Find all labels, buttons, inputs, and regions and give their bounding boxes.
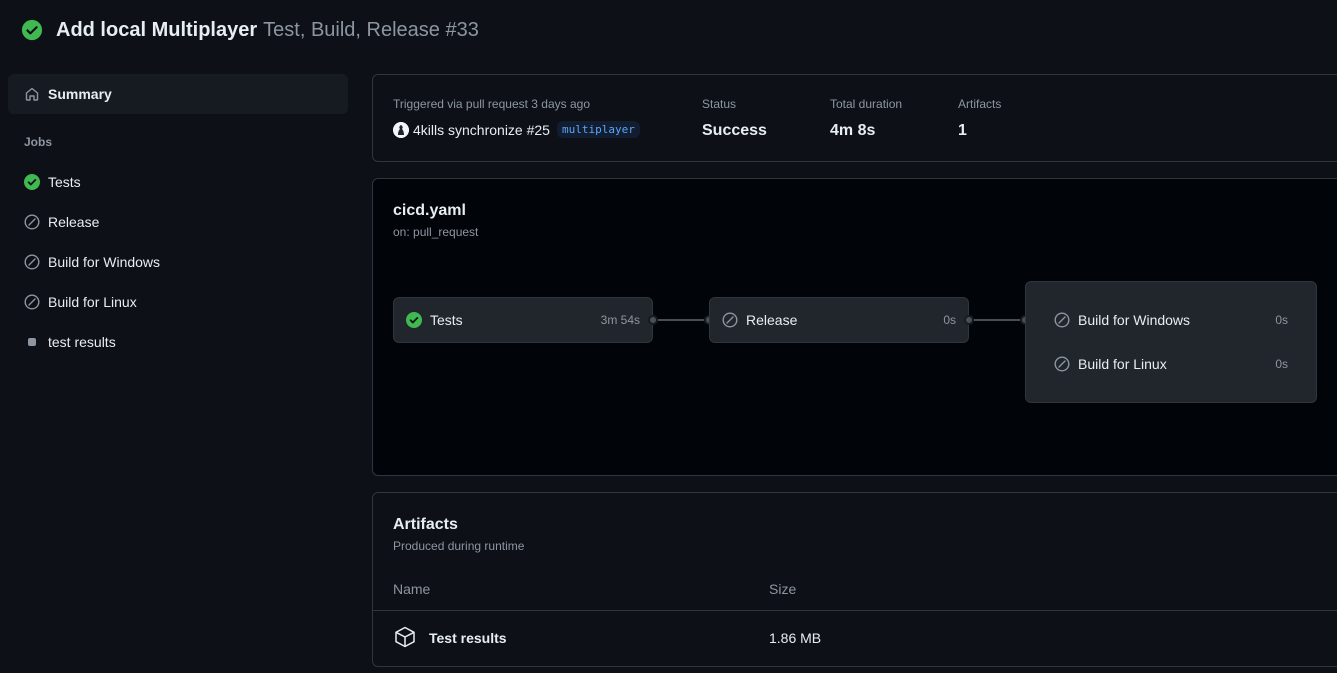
workflow-file-title[interactable]: cicd.yaml bbox=[393, 202, 466, 220]
job-list: Tests Release Build for Windows Build fo… bbox=[8, 162, 348, 362]
artifacts-count-value[interactable]: 1 bbox=[958, 122, 1001, 140]
check-circle-fill-icon bbox=[21, 19, 43, 41]
graph-job-group-build: Build for Windows 0s Build for Linux 0s bbox=[1025, 281, 1317, 403]
duration-value: 4m 8s bbox=[830, 122, 876, 139]
skip-icon bbox=[1054, 312, 1070, 328]
job-name: Build for Linux bbox=[1078, 356, 1167, 372]
home-icon bbox=[25, 87, 39, 101]
artifacts-title: Artifacts bbox=[393, 516, 458, 533]
job-duration: 0s bbox=[943, 313, 956, 327]
artifacts-count-label: Artifacts bbox=[958, 97, 1002, 111]
column-header-size: Size bbox=[769, 581, 797, 597]
duration-label: Total duration bbox=[830, 97, 903, 111]
workflow-trigger-event: on: pull_request bbox=[393, 225, 479, 239]
status-block: Status Success bbox=[702, 97, 767, 140]
job-duration: 3m 54s bbox=[600, 313, 640, 327]
jobs-heading: Jobs bbox=[24, 135, 53, 149]
graph-node bbox=[964, 315, 974, 325]
sidebar-item-tests[interactable]: Tests bbox=[8, 162, 348, 202]
sidebar-item-test-results[interactable]: test results bbox=[8, 322, 348, 362]
package-icon bbox=[395, 626, 415, 648]
column-header-name: Name bbox=[393, 581, 431, 597]
graph-connector bbox=[658, 319, 704, 321]
table-row: Test results 1.86 MB bbox=[373, 623, 1337, 651]
sidebar: Summary Jobs Tests Release Build for Win… bbox=[8, 74, 348, 362]
workflow-graph-card: cicd.yaml on: pull_request Tests 3m 54s … bbox=[372, 178, 1337, 476]
dot-icon bbox=[24, 334, 40, 350]
trigger-text[interactable]: 4kills synchronize #25 bbox=[413, 122, 550, 138]
workflow-run-name: Test, Build, Release #33 bbox=[263, 18, 479, 41]
artifact-name-link[interactable]: Test results bbox=[429, 630, 507, 646]
trigger-line: 4kills synchronize #25 multiplayer bbox=[393, 121, 640, 138]
sidebar-item-build-windows[interactable]: Build for Windows bbox=[8, 242, 348, 282]
sidebar-item-label: Summary bbox=[48, 86, 112, 102]
duration-block: Total duration 4m 8s bbox=[830, 97, 902, 140]
branch-tag[interactable]: multiplayer bbox=[556, 121, 640, 138]
job-name: Release bbox=[746, 312, 798, 328]
sidebar-item-build-linux[interactable]: Build for Linux bbox=[8, 282, 348, 322]
sidebar-item-label: test results bbox=[48, 334, 116, 350]
graph-job-tests[interactable]: Tests 3m 54s bbox=[393, 297, 653, 343]
trigger-info: Triggered via pull request 3 days ago 4k… bbox=[393, 97, 640, 138]
trigger-label: Triggered via pull request 3 days ago bbox=[393, 97, 591, 111]
sidebar-item-label: Release bbox=[48, 214, 100, 230]
graph-node bbox=[648, 315, 658, 325]
job-duration: 0s bbox=[1275, 357, 1288, 371]
graph-job-release[interactable]: Release 0s bbox=[709, 297, 969, 343]
sidebar-item-summary[interactable]: Summary bbox=[8, 74, 348, 114]
main-content: Triggered via pull request 3 days ago 4k… bbox=[372, 74, 1337, 667]
sidebar-item-label: Tests bbox=[48, 174, 81, 190]
graph-job-build-linux[interactable]: Build for Linux 0s bbox=[1054, 352, 1288, 376]
job-name: Tests bbox=[430, 312, 463, 328]
sidebar-item-label: Build for Windows bbox=[48, 254, 161, 270]
skip-icon bbox=[1054, 356, 1070, 372]
skip-icon bbox=[24, 254, 40, 270]
artifacts-table-header: Name Size bbox=[373, 579, 1337, 611]
skip-icon bbox=[722, 312, 738, 328]
check-circle-fill-icon bbox=[406, 312, 422, 328]
artifacts-count-block: Artifacts 1 bbox=[958, 97, 1001, 140]
artifact-size: 1.86 MB bbox=[769, 630, 822, 646]
sidebar-item-label: Build for Linux bbox=[48, 294, 137, 310]
status-value: Success bbox=[702, 122, 767, 139]
artifacts-card: Artifacts Produced during runtime Name S… bbox=[372, 492, 1337, 667]
run-summary-card: Triggered via pull request 3 days ago 4k… bbox=[372, 74, 1337, 162]
status-label: Status bbox=[702, 97, 737, 111]
graph-job-build-windows[interactable]: Build for Windows 0s bbox=[1054, 308, 1288, 332]
avatar-icon bbox=[393, 121, 409, 138]
job-name: Build for Windows bbox=[1078, 312, 1191, 328]
avatar[interactable] bbox=[393, 121, 409, 138]
skip-icon bbox=[24, 214, 40, 230]
sidebar-item-release[interactable]: Release bbox=[8, 202, 348, 242]
check-circle-fill-icon bbox=[24, 174, 40, 190]
skip-icon bbox=[24, 294, 40, 310]
job-duration: 0s bbox=[1275, 313, 1288, 327]
graph-connector bbox=[974, 319, 1020, 321]
page-title: Add local Multiplayer bbox=[56, 18, 258, 41]
artifacts-subtitle: Produced during runtime bbox=[393, 539, 525, 553]
page-header: Add local Multiplayer Test, Build, Releas… bbox=[21, 18, 479, 42]
